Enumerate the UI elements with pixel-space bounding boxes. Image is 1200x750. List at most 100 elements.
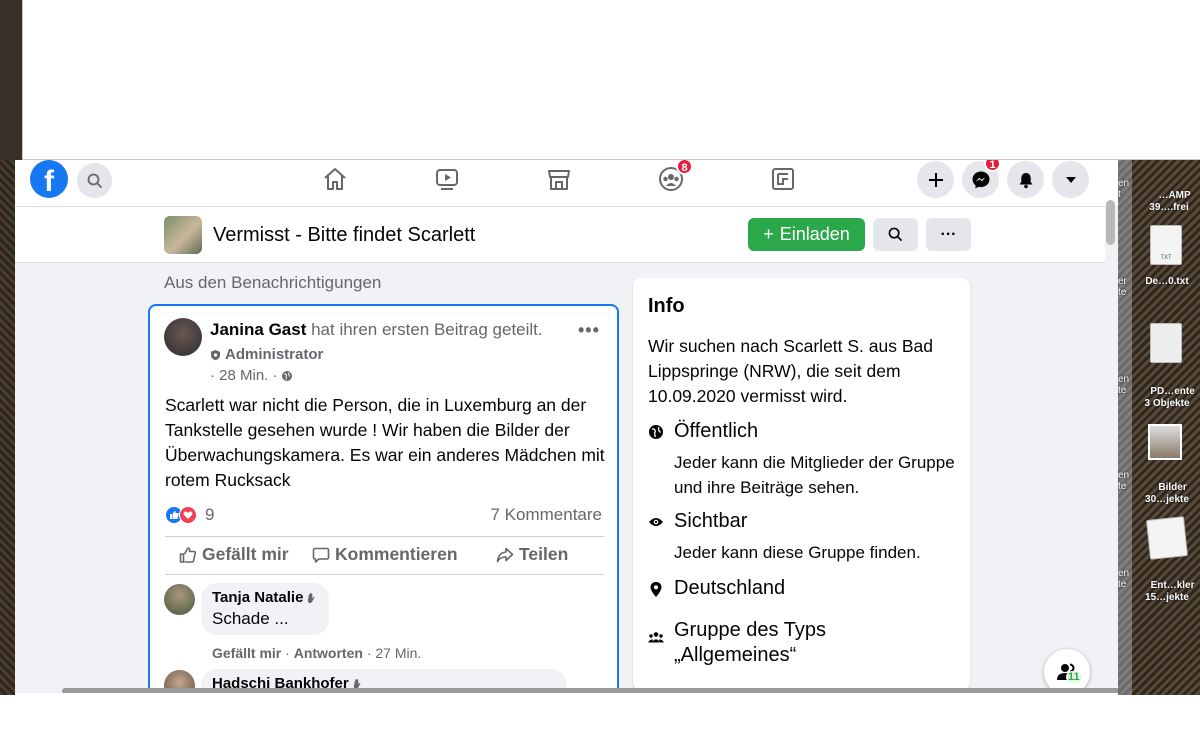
comment-button[interactable]: Kommentieren <box>312 544 458 565</box>
desktop-label-fragment: en te <box>1118 470 1130 492</box>
home-tab[interactable] <box>320 164 350 194</box>
comment-like-link[interactable]: Gefällt mir <box>212 645 281 661</box>
desktop-label-fragment: en te <box>1118 374 1130 396</box>
group-thumbnail[interactable] <box>164 216 202 254</box>
file-type-tag: TXT <box>1160 255 1172 261</box>
commenter-name[interactable]: Tanja Natalie <box>212 589 303 606</box>
group-more-button[interactable]: ··· <box>926 218 971 251</box>
commenter-name-row: Tanja Natalie <box>212 589 318 606</box>
post-card: Janina Gast hat ihren ersten Beitrag get… <box>148 304 619 693</box>
chat-contacts-button[interactable]: 11 <box>1044 649 1090 693</box>
author-avatar[interactable] <box>164 318 202 356</box>
share-icon <box>496 547 514 562</box>
comment-bubble: Tanja Natalie Schade ... <box>201 583 330 635</box>
search-icon <box>888 227 903 242</box>
like-button[interactable]: Gefällt mir <box>179 544 289 565</box>
messenger-icon <box>972 171 989 188</box>
group-header-bar: Vermisst - Bitte findet Scarlett + Einla… <box>15 207 1105 263</box>
desktop-item-label: PD…ente 3 Objekte <box>1144 386 1195 409</box>
post-options-button[interactable]: ••• <box>578 320 600 341</box>
desktop-item-txt[interactable]: De…0.txt <box>1134 276 1200 288</box>
watch-tab[interactable] <box>432 164 462 194</box>
people-icon <box>648 629 664 645</box>
gaming-icon <box>772 168 794 190</box>
comment-actions: Gefällt mir · Antworten · 27 Min. <box>212 645 422 661</box>
desktop-item-amp[interactable]: …AMP 39….frei <box>1140 178 1198 226</box>
invite-button-label: Einladen <box>779 224 850 244</box>
post-body: Scarlett war nicht die Person, die in Lu… <box>165 395 605 490</box>
reactions-summary[interactable]: 9 <box>165 505 214 525</box>
post-header: Janina Gast hat ihren ersten Beitrag get… <box>210 320 543 340</box>
desktop-item-label: De…0.txt <box>1145 276 1189 287</box>
text-file-icon[interactable]: TXT <box>1150 225 1182 265</box>
info-privacy-heading: Öffentlich <box>674 420 759 442</box>
search-button[interactable] <box>77 163 112 198</box>
logo-letter: f <box>44 165 54 198</box>
messenger-notification-badge: 1 <box>984 160 1001 172</box>
groups-notification-badge: 8 <box>676 160 693 175</box>
info-type-heading: Gruppe des Typs „Allgemeines“ <box>674 619 826 666</box>
eye-icon <box>648 514 664 530</box>
globe-icon <box>281 370 292 381</box>
desktop-item-pdf[interactable]: PD…ente 3 Objekte <box>1134 374 1200 422</box>
desktop-item-label: …AMP 39….frei <box>1149 190 1191 213</box>
like-button-label: Gefällt mir <box>202 544 289 564</box>
info-visibility-detail: Jeder kann diese Gruppe finden. <box>674 543 921 562</box>
account-menu-button[interactable] <box>1052 161 1089 198</box>
facebook-logo[interactable]: f <box>30 160 68 198</box>
info-location-heading[interactable]: Deutschland <box>674 577 785 600</box>
vertical-scrollbar[interactable] <box>1106 200 1115 245</box>
desktop-label-fragment: en t <box>1118 178 1130 200</box>
marketplace-tab[interactable] <box>544 164 574 194</box>
desktop-item-bilder[interactable]: Bilder 30…jekte <box>1134 470 1200 518</box>
group-title[interactable]: Vermisst - Bitte findet Scarlett <box>213 224 475 247</box>
comment-icon <box>312 547 330 563</box>
comment-text: Schade ... <box>212 609 289 628</box>
desktop-item-label: Ent…kler 15…jekte <box>1145 580 1195 603</box>
commenter-avatar[interactable] <box>164 584 195 615</box>
author-role: Administrator <box>210 346 323 363</box>
desktop-background-right: en t …AMP 39….frei TXT er te De…0.txt en… <box>1118 160 1200 695</box>
desktop-item-entwickler[interactable]: Ent…kler 15…jekte <box>1134 568 1200 616</box>
group-search-button[interactable] <box>873 218 918 251</box>
plus-icon: + <box>763 224 774 244</box>
divider <box>165 574 604 575</box>
desktop-background-left <box>0 0 22 160</box>
image-thumbnail-icon[interactable] <box>1148 424 1182 460</box>
messenger-button[interactable]: 1 <box>962 160 1001 198</box>
plus-icon <box>928 172 943 187</box>
facebook-window: f 8 1 Vermisst - Bitte findet Scarlett +… <box>15 160 1118 693</box>
paper-stack-icon[interactable] <box>1146 516 1188 560</box>
bell-icon <box>1019 172 1032 188</box>
comment-count-link[interactable]: 7 Kommentare <box>491 505 603 525</box>
search-icon <box>87 173 102 188</box>
more-dots-icon: ··· <box>940 225 957 243</box>
groups-tab[interactable]: 8 <box>656 160 693 194</box>
video-icon <box>436 169 458 190</box>
horizontal-scrollbar[interactable] <box>62 688 1118 693</box>
chevron-down-icon <box>1065 176 1076 183</box>
home-icon <box>324 168 346 190</box>
gaming-tab[interactable] <box>768 164 798 194</box>
thumbs-up-icon <box>179 546 197 563</box>
share-button-label: Teilen <box>519 544 569 564</box>
author-name[interactable]: Janina Gast <box>210 320 306 339</box>
comment-reply-link[interactable]: Antworten <box>294 645 363 661</box>
info-title: Info <box>648 295 685 317</box>
comment-time[interactable]: · 27 Min. <box>367 645 421 661</box>
group-info-card: Info Wir suchen nach Scarlett S. aus Bad… <box>633 278 970 690</box>
create-button[interactable] <box>917 161 954 198</box>
share-button[interactable]: Teilen <box>496 544 568 565</box>
comment-button-label: Kommentieren <box>335 544 458 564</box>
post-time-label[interactable]: · 28 Min. · <box>210 367 278 384</box>
section-label: Aus den Benachrichtigungen <box>164 273 382 292</box>
pdf-file-icon[interactable] <box>1150 323 1182 363</box>
invite-button[interactable]: + Einladen <box>748 218 865 251</box>
post-timestamp: · 28 Min. · <box>210 367 293 384</box>
shield-icon <box>211 349 220 360</box>
info-privacy-detail: Jeder kann die Mitglieder der Gruppe und… <box>674 453 955 497</box>
notifications-button[interactable] <box>1007 161 1044 198</box>
desktop-label-fragment: en te <box>1118 568 1130 590</box>
info-visibility-heading: Sichtbar <box>674 510 748 532</box>
wave-hand-icon <box>308 592 315 603</box>
